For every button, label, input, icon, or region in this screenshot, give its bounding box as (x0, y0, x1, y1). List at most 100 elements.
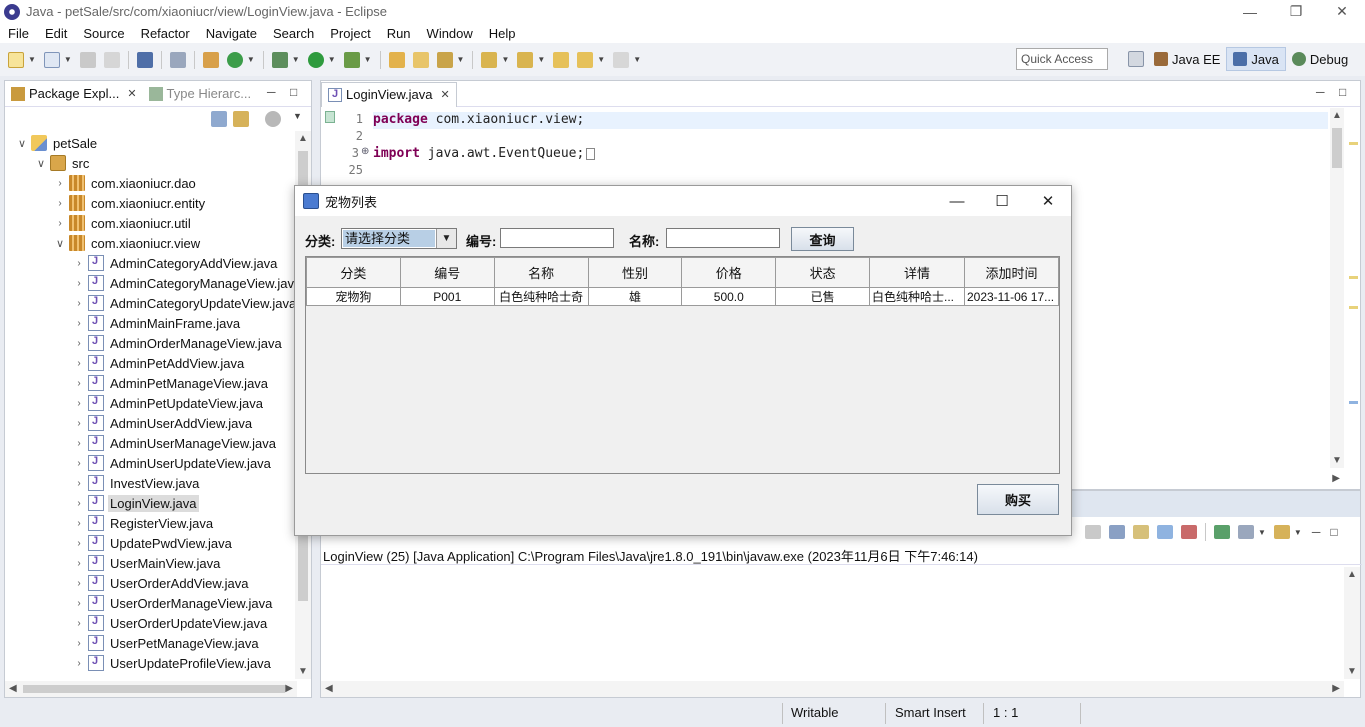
chevron-right-icon[interactable]: › (72, 598, 86, 609)
chevron-right-icon[interactable]: › (72, 558, 86, 569)
warning-marker[interactable] (1349, 142, 1358, 145)
tree-item[interactable]: › UserOrderUpdateView.java (72, 613, 269, 633)
tree-item[interactable]: ∨ petSale (15, 133, 99, 153)
chevron-down-icon[interactable]: ∨ (53, 237, 67, 250)
table-cell[interactable]: 雄 (587, 287, 683, 306)
open-type-icon[interactable] (388, 51, 405, 68)
tree-item[interactable]: › com.xiaoniucr.entity (53, 193, 207, 213)
tree-item[interactable]: › AdminMainFrame.java (72, 313, 242, 333)
next-annotation-icon[interactable] (481, 51, 498, 68)
scroll-right-icon[interactable]: ▶ (1332, 473, 1340, 484)
previous-annotation-icon[interactable] (517, 51, 534, 68)
perspective-debug[interactable]: Debug (1286, 47, 1354, 71)
console-horizontal-scrollbar[interactable]: ◀ ▶ (321, 681, 1344, 697)
refresh-icon[interactable] (226, 51, 243, 68)
chevron-right-icon[interactable]: › (72, 398, 86, 409)
editor-vertical-scrollbar[interactable]: ▲ ▼ (1330, 108, 1344, 468)
scroll-up-icon[interactable]: ▲ (298, 133, 308, 144)
close-icon[interactable]: ✕ (441, 88, 450, 101)
chevron-right-icon[interactable]: › (72, 518, 86, 529)
chevron-right-icon[interactable]: › (72, 478, 86, 489)
back-dropdown-icon[interactable]: ▼ (597, 55, 605, 64)
column-header[interactable]: 价格 (681, 257, 777, 288)
dialog-maximize-button[interactable]: ☐ (979, 186, 1025, 216)
debug-icon[interactable] (271, 51, 288, 68)
scroll-down-icon[interactable]: ▼ (1347, 666, 1357, 677)
tree-item[interactable]: › com.xiaoniucr.dao (53, 173, 198, 193)
run-external-icon[interactable] (343, 51, 360, 68)
minimize-view-icon[interactable]: ─ (1316, 85, 1325, 99)
tree-item[interactable]: › AdminPetManageView.java (72, 373, 270, 393)
chevron-down-icon[interactable]: ▼ (436, 229, 456, 248)
chevron-right-icon[interactable]: › (72, 538, 86, 549)
new-wizard-dropdown-icon[interactable]: ▼ (64, 55, 72, 64)
table-cell[interactable]: 宠物狗 (306, 287, 401, 306)
table-cell[interactable]: 2023-11-06 17... (963, 287, 1060, 306)
tree-horizontal-scrollbar[interactable]: ◀ ▶ (5, 681, 297, 697)
filter-icon[interactable] (265, 111, 281, 127)
last-edit-icon[interactable] (553, 51, 570, 68)
previous-annotation-dropdown-icon[interactable]: ▼ (537, 55, 545, 64)
open-console-icon[interactable] (1273, 525, 1290, 539)
tree-item[interactable]: › com.xiaoniucr.util (53, 213, 193, 233)
tree-item[interactable]: › AdminPetUpdateView.java (72, 393, 265, 413)
chevron-right-icon[interactable]: › (72, 638, 86, 649)
restore-button[interactable]: ❐ (1273, 0, 1319, 23)
chevron-right-icon[interactable]: › (72, 318, 86, 329)
tree-item[interactable]: › UserOrderAddView.java (72, 573, 251, 593)
new-icon[interactable] (8, 51, 24, 68)
forward-dropdown-icon[interactable]: ▼ (633, 55, 641, 64)
forward-icon[interactable] (613, 51, 630, 68)
next-annotation-dropdown-icon[interactable]: ▼ (501, 55, 509, 64)
search-dropdown-icon[interactable]: ▼ (457, 55, 465, 64)
new-dropdown-icon[interactable]: ▼ (28, 55, 36, 64)
table-cell[interactable]: P001 (399, 287, 495, 306)
chevron-right-icon[interactable]: › (53, 198, 67, 209)
chevron-right-icon[interactable]: › (72, 438, 86, 449)
occurrence-marker[interactable] (1349, 401, 1358, 404)
tree-item[interactable]: › UpdatePwdView.java (72, 533, 234, 553)
display-console-icon[interactable] (1238, 525, 1254, 539)
tree-item[interactable]: › AdminPetAddView.java (72, 353, 246, 373)
new-wizard-icon[interactable] (43, 51, 60, 68)
chevron-right-icon[interactable]: › (53, 178, 67, 189)
chevron-right-icon[interactable]: › (72, 618, 86, 629)
table-cell[interactable]: 500.0 (681, 287, 777, 306)
warning-marker[interactable] (1349, 276, 1358, 279)
minimize-button[interactable]: — (1227, 0, 1273, 23)
scroll-up-icon[interactable]: ▲ (1332, 110, 1342, 121)
name-input[interactable] (666, 228, 780, 248)
scroll-left-icon[interactable]: ◀ (325, 683, 333, 694)
tree-item[interactable]: › UserOrderManageView.java (72, 593, 274, 613)
tab-loginview-java[interactable]: LoginView.java ✕ (321, 81, 457, 107)
chevron-right-icon[interactable]: › (72, 378, 86, 389)
scroll-up-icon[interactable]: ▲ (1347, 569, 1357, 580)
table-row[interactable]: 宠物狗 P001 白色纯种哈士奇 雄 500.0 已售 白色纯种哈士... 20… (306, 287, 1060, 306)
column-header[interactable]: 性别 (587, 257, 683, 288)
column-header[interactable]: 编号 (399, 257, 495, 288)
quick-access-input[interactable]: Quick Access (1016, 48, 1108, 70)
maximize-view-icon[interactable]: □ (1339, 85, 1346, 99)
scroll-thumb[interactable] (1332, 128, 1342, 168)
table-cell[interactable]: 白色纯种哈士奇 (493, 287, 589, 306)
menu-refactor[interactable]: Refactor (133, 26, 198, 41)
chevron-right-icon[interactable]: › (72, 658, 86, 669)
table-cell[interactable]: 白色纯种哈士... (869, 287, 965, 306)
link-with-editor-icon[interactable] (233, 111, 249, 127)
dialog-close-button[interactable]: ✕ (1025, 186, 1071, 216)
tree-item[interactable]: › UserPetManageView.java (72, 633, 261, 653)
run-external-dropdown-icon[interactable]: ▼ (364, 55, 372, 64)
search-icon[interactable] (436, 51, 453, 68)
word-wrap-icon[interactable] (1157, 525, 1173, 539)
column-header[interactable]: 添加时间 (963, 257, 1060, 288)
number-input[interactable] (500, 228, 614, 248)
perspective-java[interactable]: Java (1226, 47, 1286, 71)
warning-marker[interactable] (1349, 306, 1358, 309)
save-all-icon[interactable] (103, 51, 120, 68)
skip-breakpoints-icon[interactable] (169, 51, 186, 68)
open-package-icon[interactable] (202, 51, 219, 68)
remove-all-icon[interactable] (1109, 525, 1125, 539)
column-header[interactable]: 状态 (775, 257, 870, 288)
close-icon[interactable]: ✕ (127, 87, 136, 100)
open-task-icon[interactable] (412, 51, 429, 68)
